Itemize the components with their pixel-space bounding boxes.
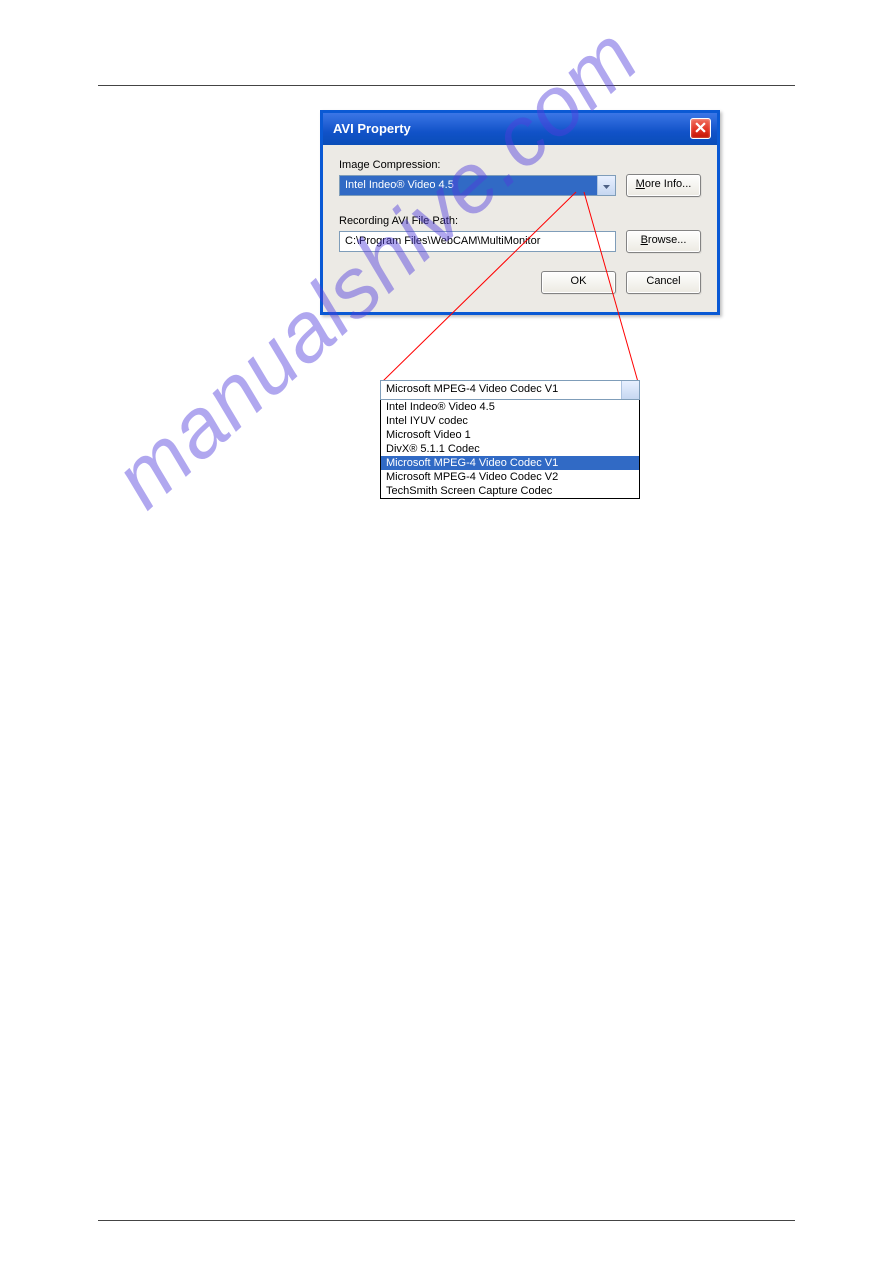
cancel-button[interactable]: Cancel — [626, 271, 701, 294]
codec-dropdown-list[interactable]: Intel Indeo® Video 4.5 Intel IYUV codec … — [380, 400, 640, 499]
more-info-button[interactable]: More Info... — [626, 174, 701, 197]
close-icon — [695, 121, 706, 136]
codec-option-5[interactable]: Microsoft MPEG-4 Video Codec V2 — [381, 470, 639, 484]
codec-option-6[interactable]: TechSmith Screen Capture Codec — [381, 484, 639, 498]
browse-accel: B — [641, 234, 648, 246]
more-info-text: ore Info... — [645, 178, 691, 190]
codec-combo-arrow[interactable] — [621, 381, 639, 399]
chevron-down-icon — [603, 180, 610, 192]
divider-top — [98, 85, 795, 86]
more-info-accel: M — [636, 178, 645, 190]
codec-option-1[interactable]: Intel IYUV codec — [381, 414, 639, 428]
codec-combo-value: Microsoft MPEG-4 Video Codec V1 — [381, 381, 621, 399]
codec-option-3[interactable]: DivX® 5.1.1 Codec — [381, 442, 639, 456]
codec-combo-collapsed[interactable]: Microsoft MPEG-4 Video Codec V1 — [380, 380, 640, 400]
codec-option-0[interactable]: Intel Indeo® Video 4.5 — [381, 400, 639, 414]
codec-option-4[interactable]: Microsoft MPEG-4 Video Codec V1 — [381, 456, 639, 470]
ok-button[interactable]: OK — [541, 271, 616, 294]
browse-button[interactable]: Browse... — [626, 230, 701, 253]
combo-arrow[interactable] — [597, 176, 615, 195]
codec-option-2[interactable]: Microsoft Video 1 — [381, 428, 639, 442]
browse-text: rowse... — [648, 234, 687, 246]
dialog-title: AVI Property — [333, 121, 411, 136]
close-button[interactable] — [690, 118, 711, 139]
codec-dropdown-expanded: Microsoft MPEG-4 Video Codec V1 Intel In… — [380, 380, 640, 499]
divider-bottom — [98, 1220, 795, 1221]
